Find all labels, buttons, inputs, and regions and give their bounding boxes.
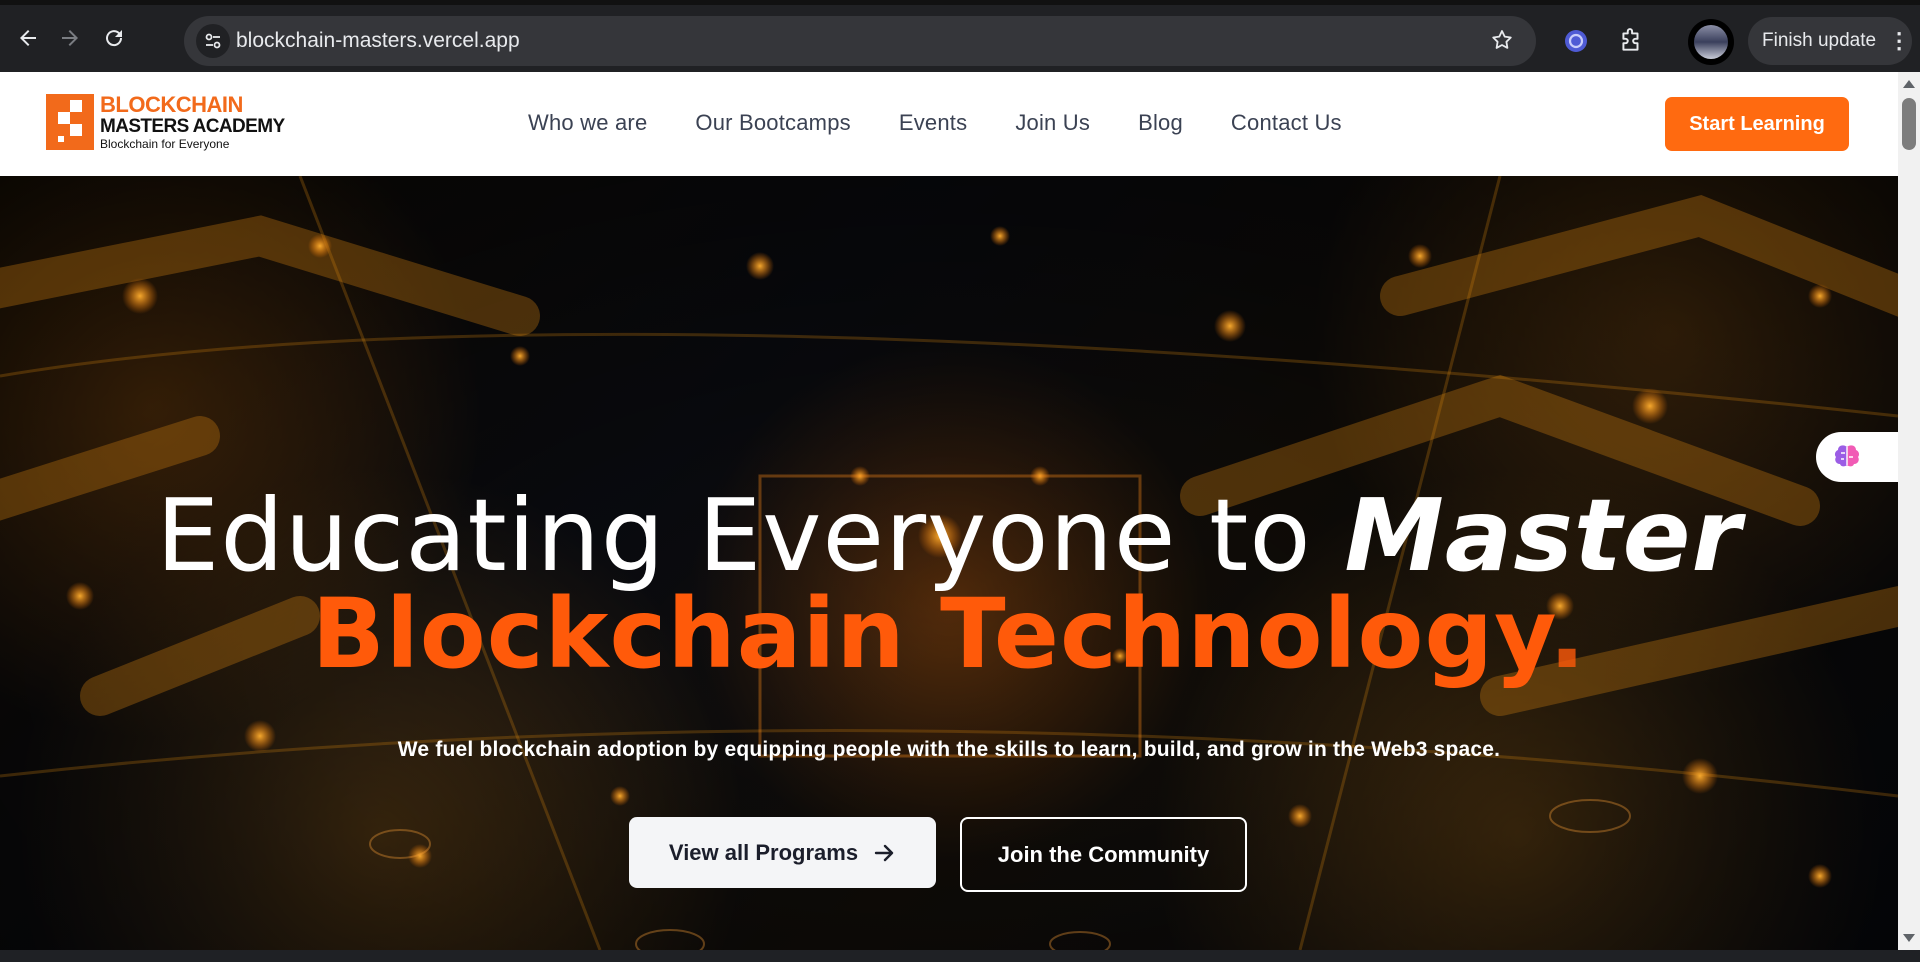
logo[interactable]: BLOCKCHAIN MASTERS ACADEMY Blockchain fo… [46, 94, 285, 150]
arrow-right-icon [874, 844, 894, 861]
floating-widget-button[interactable] [1816, 432, 1898, 482]
arrow-left-icon [20, 30, 36, 46]
address-bar[interactable]: blockchain-masters.vercel.app [184, 16, 1536, 66]
scroll-down-icon[interactable] [1903, 934, 1915, 942]
nav-link-blog[interactable]: Blog [1138, 110, 1183, 136]
main-nav: Who we are Our Bootcamps Events Join Us … [528, 110, 1390, 136]
finish-update-label: Finish update [1762, 30, 1877, 51]
hero-title-part-1: Educating Everyone to [156, 477, 1345, 594]
brain-icon [1834, 445, 1860, 467]
bookmark-button[interactable] [1490, 28, 1514, 56]
logo-mark-icon [46, 94, 94, 150]
hero-title-line-2: Blockchain Technology. [0, 586, 1898, 682]
logo-tagline: Blockchain for Everyone [100, 137, 230, 151]
page-viewport: BLOCKCHAIN MASTERS ACADEMY Blockchain fo… [0, 72, 1898, 950]
nav-link-contact-us[interactable]: Contact Us [1231, 110, 1342, 136]
arrow-right-icon [62, 30, 78, 46]
browser-toolbar: blockchain-masters.vercel.app Finish upd… [0, 0, 1920, 72]
star-icon [1492, 30, 1512, 49]
start-learning-button[interactable]: Start Learning [1665, 97, 1849, 151]
extensions-menu-button[interactable] [1617, 27, 1645, 55]
site-header: BLOCKCHAIN MASTERS ACADEMY Blockchain fo… [0, 72, 1898, 176]
puzzle-icon [1622, 28, 1639, 51]
logo-line-1: BLOCKCHAIN [100, 92, 243, 117]
profile-button[interactable] [1688, 19, 1734, 65]
view-all-programs-label: View all Programs [668, 839, 859, 865]
logo-text: BLOCKCHAIN MASTERS ACADEMY Blockchain fo… [100, 92, 285, 151]
nav-link-events[interactable]: Events [899, 110, 967, 136]
avatar [1694, 25, 1728, 59]
logo-line-2: MASTERS ACADEMY [100, 116, 285, 137]
reload-button[interactable] [98, 22, 130, 54]
extension-circle-icon [1565, 30, 1587, 52]
hero-subtitle: We fuel blockchain adoption by equipping… [397, 738, 1501, 761]
tune-icon [205, 33, 221, 49]
nav-link-our-bootcamps[interactable]: Our Bootcamps [695, 110, 850, 136]
reload-icon [106, 30, 123, 47]
kebab-menu-icon[interactable]: ⋮ [1888, 30, 1910, 52]
hero-section: Educating Everyone to Master Blockchain … [0, 176, 1898, 950]
view-all-programs-button[interactable]: View all Programs [629, 817, 936, 888]
extension-button[interactable] [1562, 27, 1590, 55]
url-text[interactable]: blockchain-masters.vercel.app [236, 29, 520, 53]
page-scrollbar[interactable] [1898, 72, 1920, 950]
scroll-up-icon[interactable] [1903, 80, 1915, 88]
nav-link-join-us[interactable]: Join Us [1015, 110, 1090, 136]
join-community-button[interactable]: Join the Community [960, 817, 1247, 892]
hero-title-period: . [1548, 578, 1587, 690]
back-button[interactable] [12, 22, 44, 54]
site-info-button[interactable] [196, 24, 230, 58]
nav-link-who-we-are[interactable]: Who we are [528, 110, 647, 136]
finish-update-button[interactable]: Finish update ⋮ [1748, 17, 1912, 65]
taskbar-strip [0, 950, 1920, 962]
scrollbar-thumb[interactable] [1902, 98, 1916, 150]
hero-title-highlight: Blockchain Technology [311, 578, 1549, 690]
hero-title-emphasis: Master [1344, 477, 1742, 594]
forward-button[interactable] [54, 22, 86, 54]
hero-title: Educating Everyone to Master [0, 486, 1898, 586]
